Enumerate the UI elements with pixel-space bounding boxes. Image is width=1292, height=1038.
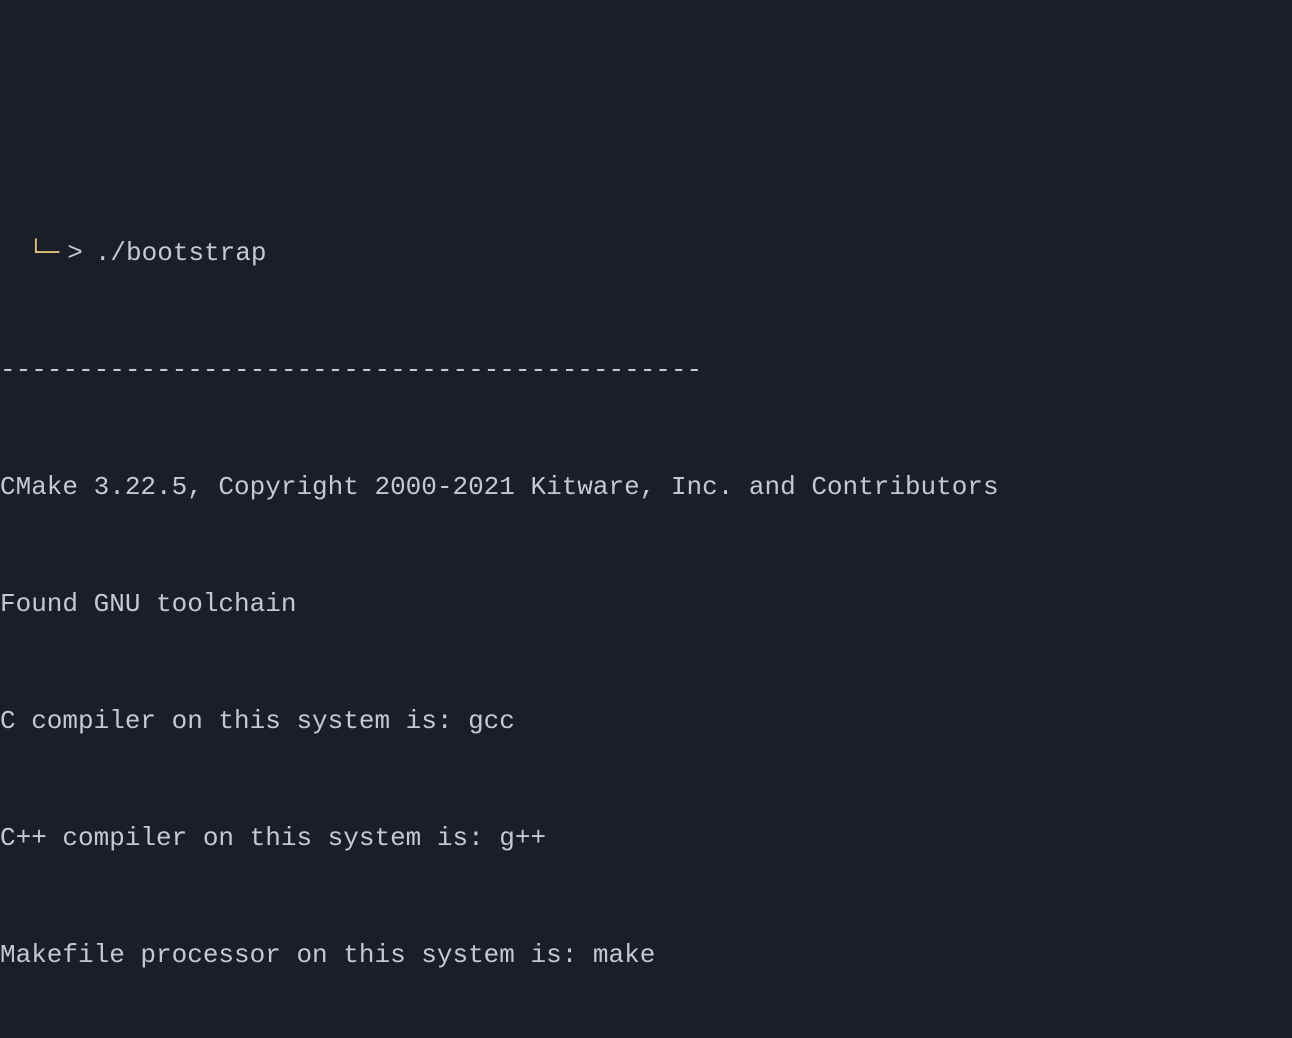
output-separator-top: ----------------------------------------… — [0, 351, 1292, 390]
prompt-chevron-icon: > — [67, 234, 95, 273]
terminal-window[interactable]: └─>./bootstrap -------------------------… — [0, 156, 1292, 1038]
prompt-arrow-icon: └─ — [0, 234, 67, 273]
output-cmake-version: CMake 3.22.5, Copyright 2000-2021 Kitwar… — [0, 468, 1292, 507]
output-c-compiler: C compiler on this system is: gcc — [0, 702, 1292, 741]
output-makefile-processor: Makefile processor on this system is: ma… — [0, 936, 1292, 975]
command-text: ./bootstrap — [95, 234, 267, 273]
output-toolchain: Found GNU toolchain — [0, 585, 1292, 624]
command-prompt-line: └─>./bootstrap — [0, 234, 1292, 273]
output-cpp-compiler: C++ compiler on this system is: g++ — [0, 819, 1292, 858]
